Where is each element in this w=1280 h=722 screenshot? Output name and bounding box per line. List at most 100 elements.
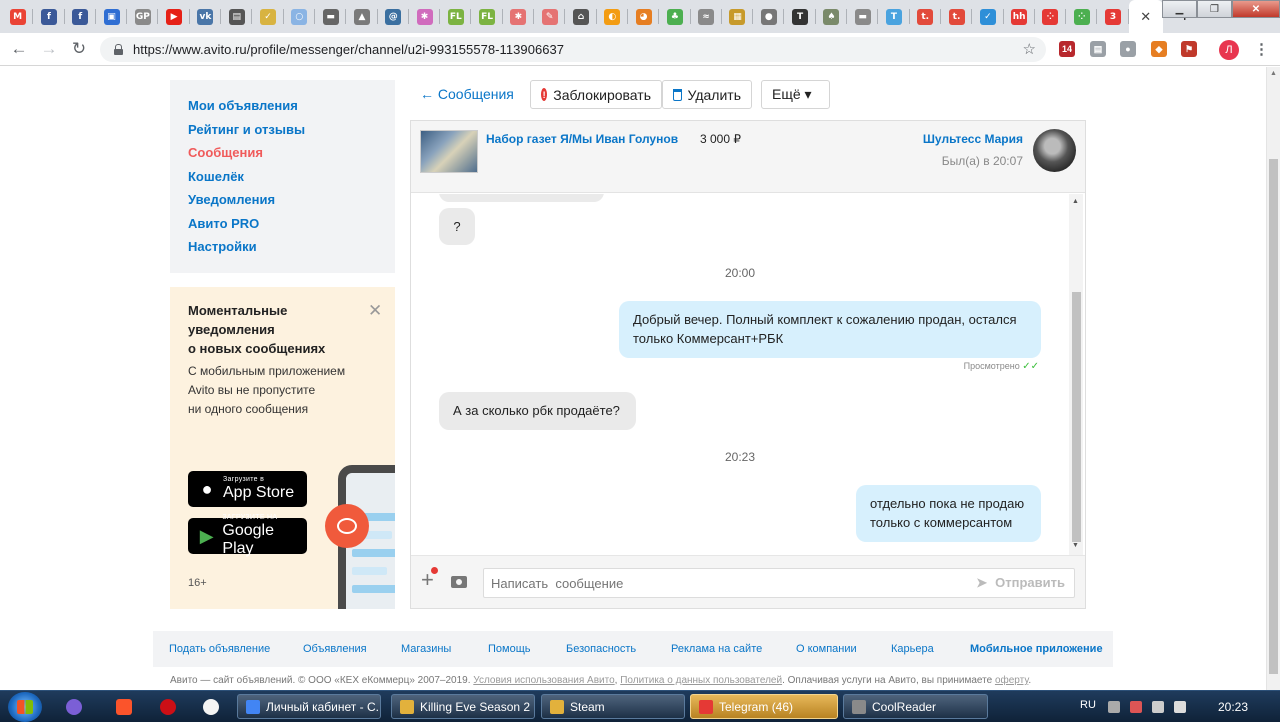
- tray-flag-icon[interactable]: [1130, 701, 1142, 713]
- page-scroll-up-icon[interactable]: ▲: [1270, 70, 1277, 77]
- browser-tab[interactable]: ✓: [972, 0, 1004, 33]
- sidebar-item[interactable]: Авито PRO: [188, 212, 377, 236]
- browser-tab[interactable]: ♣: [659, 0, 691, 33]
- browser-tab[interactable]: ⌂: [565, 0, 597, 33]
- sidebar-item[interactable]: Кошелёк: [188, 165, 377, 189]
- yandex-icon[interactable]: [203, 699, 219, 715]
- browser-tab[interactable]: t.: [941, 0, 973, 33]
- ext-globe-icon[interactable]: ●: [1120, 41, 1136, 57]
- browser-tab[interactable]: ▬: [315, 0, 347, 33]
- page-scroll-thumb[interactable]: [1269, 159, 1278, 674]
- browser-tab[interactable]: ◕: [628, 0, 660, 33]
- footer-link[interactable]: Безопасность: [566, 643, 636, 655]
- browser-tab[interactable]: hh: [1004, 0, 1036, 33]
- sidebar-item[interactable]: Сообщения: [188, 141, 377, 165]
- tray-arrow-icon[interactable]: [1108, 701, 1120, 713]
- sidebar-item[interactable]: Мои объявления: [188, 94, 377, 118]
- quicklaunch-app-icon[interactable]: [66, 699, 82, 715]
- browser-tab[interactable]: FL: [440, 0, 472, 33]
- taskbar-window-button[interactable]: Killing Eve Season 2 ...: [391, 694, 535, 719]
- back-to-messages-link[interactable]: ← Сообщения: [420, 86, 514, 102]
- footer-link[interactable]: Карьера: [891, 643, 934, 655]
- reload-button[interactable]: ↻: [64, 39, 94, 59]
- google-play-button[interactable]: ▶ ЗАГРУЗИТЕ НА Google Play: [188, 514, 307, 557]
- taskbar-window-button[interactable]: CoolReader: [843, 694, 988, 719]
- browser-tab[interactable]: T: [784, 0, 817, 33]
- browser-tab[interactable]: t.: [910, 0, 942, 33]
- browser-tab[interactable]: ⁘: [1066, 0, 1098, 33]
- profile-avatar[interactable]: Л: [1219, 40, 1239, 60]
- browser-tab[interactable]: @: [378, 0, 410, 33]
- browser-tab[interactable]: ▣: [96, 0, 128, 33]
- browser-tab[interactable]: ✱: [409, 0, 441, 33]
- browser-tab[interactable]: ◐: [597, 0, 629, 33]
- privacy-link[interactable]: Политика о данных пользователей: [620, 675, 782, 686]
- browser-tab[interactable]: M: [2, 0, 34, 33]
- browser-tab[interactable]: ⁘: [1035, 0, 1067, 33]
- ext-badge-icon[interactable]: 14: [1059, 41, 1075, 57]
- taskbar-window-button[interactable]: Личный кабинет - С...: [237, 694, 381, 719]
- delete-button[interactable]: Удалить: [662, 80, 752, 109]
- browser-tab[interactable]: GP: [127, 0, 159, 33]
- footer-link[interactable]: Реклама на сайте: [671, 643, 762, 655]
- terms-link[interactable]: Условия использования Авито: [473, 675, 614, 686]
- sidebar-item[interactable]: Уведомления: [188, 188, 377, 212]
- back-button[interactable]: ←: [4, 39, 34, 59]
- block-button[interactable]: ! Заблокировать: [530, 80, 662, 109]
- browser-tab[interactable]: vk: [190, 0, 222, 33]
- address-bar[interactable]: https://www.avito.ru/profile/messenger/c…: [100, 37, 1046, 62]
- app-store-button[interactable]: ● Загрузите в App Store: [188, 471, 307, 507]
- browser-tab[interactable]: f: [65, 0, 97, 33]
- browser-tab[interactable]: ●: [753, 0, 785, 33]
- brave-icon[interactable]: [116, 699, 132, 715]
- ext-fox-icon[interactable]: ◆: [1151, 41, 1167, 57]
- send-button[interactable]: ➤ Отправить: [976, 568, 1065, 598]
- browser-tab[interactable]: ▶: [158, 0, 191, 33]
- camera-icon[interactable]: [451, 576, 467, 588]
- active-tab[interactable]: ✕: [1128, 0, 1163, 33]
- page-scrollbar[interactable]: ▲: [1266, 67, 1280, 690]
- browser-tab[interactable]: ✱: [503, 0, 535, 33]
- sidebar-item[interactable]: Рейтинг и отзывы: [188, 118, 377, 142]
- close-promo-icon[interactable]: ✕: [368, 301, 382, 321]
- footer-link[interactable]: О компании: [796, 643, 857, 655]
- more-button[interactable]: Ещё ▾: [761, 80, 830, 109]
- browser-tab[interactable]: ○: [284, 0, 316, 33]
- window-close-button[interactable]: ✕: [1232, 0, 1280, 18]
- clock[interactable]: 20:23: [1218, 700, 1248, 714]
- seller-avatar[interactable]: [1033, 129, 1076, 172]
- browser-tab[interactable]: ▬: [847, 0, 879, 33]
- footer-link[interactable]: Помощь: [488, 643, 531, 655]
- browser-tab[interactable]: ▲: [346, 0, 378, 33]
- taskbar-window-button[interactable]: Steam: [541, 694, 685, 719]
- scroll-down-icon[interactable]: ▼: [1072, 542, 1079, 549]
- footer-link[interactable]: Подать объявление: [169, 643, 270, 655]
- browser-tab[interactable]: FL: [471, 0, 504, 33]
- scroll-up-icon[interactable]: ▲: [1072, 198, 1079, 205]
- taskbar-window-button[interactable]: Telegram (46): [690, 694, 838, 719]
- browser-menu-icon[interactable]: ⋮: [1254, 40, 1269, 58]
- browser-tab[interactable]: ✎: [534, 0, 566, 33]
- ext-doc-icon[interactable]: ▤: [1090, 41, 1106, 57]
- message-scroll-thumb[interactable]: [1072, 292, 1081, 542]
- minimize-button[interactable]: ▁: [1162, 0, 1197, 18]
- opera-icon[interactable]: [160, 699, 176, 715]
- maximize-button[interactable]: ❐: [1197, 0, 1232, 18]
- browser-tab[interactable]: f: [33, 0, 65, 33]
- bookmark-star-icon[interactable]: ☆: [1023, 40, 1036, 58]
- language-indicator[interactable]: RU: [1080, 699, 1096, 711]
- forward-button[interactable]: →: [34, 39, 64, 59]
- ext-flag-icon[interactable]: ⚑: [1181, 41, 1197, 57]
- message-scrollbar[interactable]: ▲ ▼: [1069, 194, 1083, 555]
- browser-tab[interactable]: ♠: [816, 0, 848, 33]
- footer-link-mobile-app[interactable]: Мобильное приложение: [970, 643, 1103, 655]
- browser-tab[interactable]: ▤: [221, 0, 253, 33]
- sidebar-item[interactable]: Настройки: [188, 235, 377, 259]
- tray-network-icon[interactable]: [1152, 701, 1164, 713]
- browser-tab[interactable]: T: [878, 0, 910, 33]
- browser-tab[interactable]: 3: [1097, 0, 1129, 33]
- item-thumbnail[interactable]: [420, 130, 478, 173]
- footer-link[interactable]: Объявления: [303, 643, 367, 655]
- close-tab-icon[interactable]: ✕: [1140, 9, 1151, 25]
- browser-tab[interactable]: ≈: [691, 0, 723, 33]
